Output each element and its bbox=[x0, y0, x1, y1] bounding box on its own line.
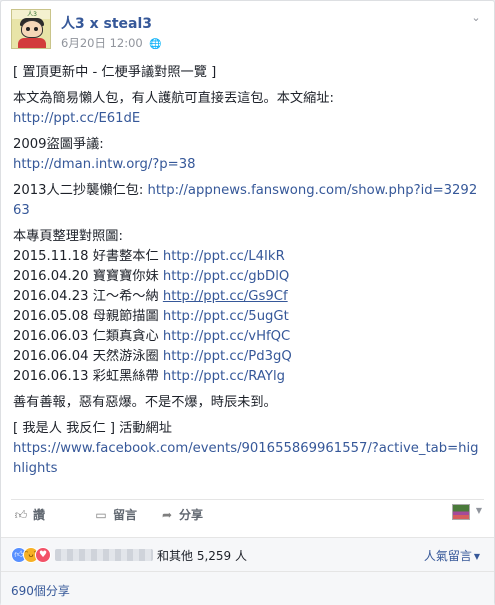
entry-date: 2016.04.20 bbox=[13, 269, 89, 284]
avatar-eye bbox=[34, 27, 38, 31]
like-label: 讚 bbox=[33, 508, 46, 522]
intro-block: 本文為簡易懶人包，有人護航可直接丟這包。本文縮址: http://ppt.cc/… bbox=[13, 89, 484, 129]
post-body: [ 置頂更新中 - 仁梗爭議對照一覽 ] 本文為簡易懶人包，有人護航可直接丟這包… bbox=[13, 63, 484, 485]
post-card: 人3 人3 x steal3 6月20日 12:00 🌐 ⌄ [ 置頂更新中 -… bbox=[0, 0, 495, 605]
share-button[interactable]: ➦ 分享 bbox=[159, 506, 203, 523]
entry-title: 仁類真貪心 bbox=[92, 329, 159, 344]
entry-date: 2015.11.18 bbox=[13, 249, 89, 264]
entry-date: 2016.04.23 bbox=[13, 289, 89, 304]
entry-list: 2015.11.18 好書整本仁 http://ppt.cc/L4IkR 2016… bbox=[13, 247, 484, 387]
chevron-down-icon[interactable]: ⌄ bbox=[468, 11, 484, 27]
entry-link[interactable]: http://ppt.cc/L4IkR bbox=[163, 249, 285, 264]
caret-down-icon[interactable]: ▼ bbox=[476, 506, 482, 515]
entry-title: 寶寶寶你妹 bbox=[92, 269, 159, 284]
compare-label: 本專頁整理對照圖: bbox=[13, 229, 123, 244]
dispute-block: 2009盜圖爭議: http://dman.intw.org/?p=38 bbox=[13, 135, 484, 175]
share-count[interactable]: 690個分享 bbox=[11, 582, 70, 599]
avatar-head bbox=[21, 20, 43, 38]
entry-link[interactable]: http://ppt.cc/Pd3gQ bbox=[163, 349, 292, 364]
entry-link[interactable]: http://ppt.cc/vHfQC bbox=[163, 329, 290, 344]
avatar-body bbox=[18, 38, 46, 48]
entry-link[interactable]: http://ppt.cc/RAYlg bbox=[163, 369, 285, 384]
caret-down-icon: ▼ bbox=[473, 552, 480, 561]
comment-sort-dropdown[interactable]: 人氣留言 ▼ bbox=[424, 547, 480, 564]
event-block: [ 我是人 我反仁 ] 活動網址 https://www.facebook.co… bbox=[13, 419, 484, 479]
lazy-block: 2013人二抄襲懶仁包: http://appnews.fanswong.com… bbox=[13, 181, 484, 221]
reactions-bar: 👍︎ ᵔᴗᵔ ♥ 和其他 5,259 人 人氣留言 ▼ bbox=[1, 537, 494, 571]
entry-link[interactable]: http://ppt.cc/5ugGt bbox=[163, 309, 289, 324]
lazy-label: 2013人二抄襲懶仁包: bbox=[13, 183, 144, 198]
reaction-summary[interactable]: 和其他 5,259 人 bbox=[157, 547, 247, 564]
post-header: 人3 人3 x steal3 6月20日 12:00 🌐 ⌄ bbox=[11, 9, 484, 55]
event-label: [ 我是人 我反仁 ] 活動網址 bbox=[13, 421, 172, 436]
entry-title: 母親節描圖 bbox=[92, 309, 159, 324]
event-link[interactable]: https://www.facebook.com/events/90165586… bbox=[13, 441, 479, 476]
page-name-link[interactable]: 人3 x steal3 bbox=[61, 13, 152, 33]
dispute-link[interactable]: http://dman.intw.org/?p=38 bbox=[13, 157, 195, 172]
share-arrow-icon: ➦ bbox=[161, 508, 173, 522]
intro-text: 本文為簡易懶人包，有人護航可直接丟這包。本文縮址: bbox=[13, 91, 334, 106]
share-label: 分享 bbox=[179, 508, 204, 522]
entry-title: 江～希～納 bbox=[92, 289, 159, 304]
entry-date: 2016.05.08 bbox=[13, 309, 89, 324]
entry-date: 2016.06.04 bbox=[13, 349, 89, 364]
page-thumbnail[interactable] bbox=[452, 504, 470, 520]
entry-date: 2016.06.03 bbox=[13, 329, 89, 344]
post-title: [ 置頂更新中 - 仁梗爭議對照一覽 ] bbox=[13, 65, 217, 80]
entry-link[interactable]: http://ppt.cc/Gs9Cf bbox=[163, 289, 288, 304]
comment-button[interactable]: ▭ 留言 bbox=[93, 506, 137, 523]
motto: 善有善報，惡有惡爆。不是不爆，時辰未到。 bbox=[13, 395, 277, 410]
compare-block: 本專頁整理對照圖: 2015.11.18 好書整本仁 http://ppt.cc… bbox=[13, 227, 484, 387]
intro-link[interactable]: http://ppt.cc/E61dE bbox=[13, 111, 140, 126]
dispute-label: 2009盜圖爭議: bbox=[13, 137, 104, 152]
reactor-names-redacted[interactable] bbox=[55, 549, 153, 561]
avatar-eye bbox=[26, 27, 30, 31]
action-bar: 👍︎ 讚 ▭ 留言 ➦ 分享 ▼ bbox=[11, 499, 484, 529]
entry-row: 2016.04.23 江～希～納 http://ppt.cc/Gs9Cf bbox=[13, 287, 484, 307]
entry-row: 2015.11.18 好書整本仁 http://ppt.cc/L4IkR bbox=[13, 247, 484, 267]
comment-sort-label: 人氣留言 bbox=[423, 549, 472, 563]
entry-title: 好書整本仁 bbox=[92, 249, 159, 264]
entry-row: 2016.05.08 母親節描圖 http://ppt.cc/5ugGt bbox=[13, 307, 484, 327]
entry-date: 2016.06.13 bbox=[13, 369, 89, 384]
post-meta: 6月20日 12:00 🌐 bbox=[61, 35, 162, 51]
globe-icon: 🌐 bbox=[149, 39, 162, 50]
speech-bubble-icon: ▭ bbox=[95, 508, 107, 522]
like-button[interactable]: 👍︎ 讚 bbox=[13, 506, 45, 523]
comment-label: 留言 bbox=[113, 508, 138, 522]
entry-title: 彩虹黑絲帶 bbox=[92, 369, 159, 384]
entry-link[interactable]: http://ppt.cc/gbDlQ bbox=[163, 269, 289, 284]
love-reaction-icon[interactable]: ♥ bbox=[35, 547, 51, 563]
shares-bar: 690個分享 bbox=[1, 571, 494, 605]
thumbs-up-icon: 👍︎ bbox=[14, 508, 28, 522]
entry-row: 2016.04.20 寶寶寶你妹 http://ppt.cc/gbDlQ bbox=[13, 267, 484, 287]
entry-row: 2016.06.03 仁類真貪心 http://ppt.cc/vHfQC bbox=[13, 327, 484, 347]
entry-row: 2016.06.04 天然游泳圈 http://ppt.cc/Pd3gQ bbox=[13, 347, 484, 367]
post-timestamp[interactable]: 6月20日 12:00 bbox=[61, 36, 143, 50]
page-avatar[interactable]: 人3 bbox=[11, 9, 51, 49]
entry-row: 2016.06.13 彩虹黑絲帶 http://ppt.cc/RAYlg bbox=[13, 367, 484, 387]
entry-title: 天然游泳圈 bbox=[92, 349, 159, 364]
